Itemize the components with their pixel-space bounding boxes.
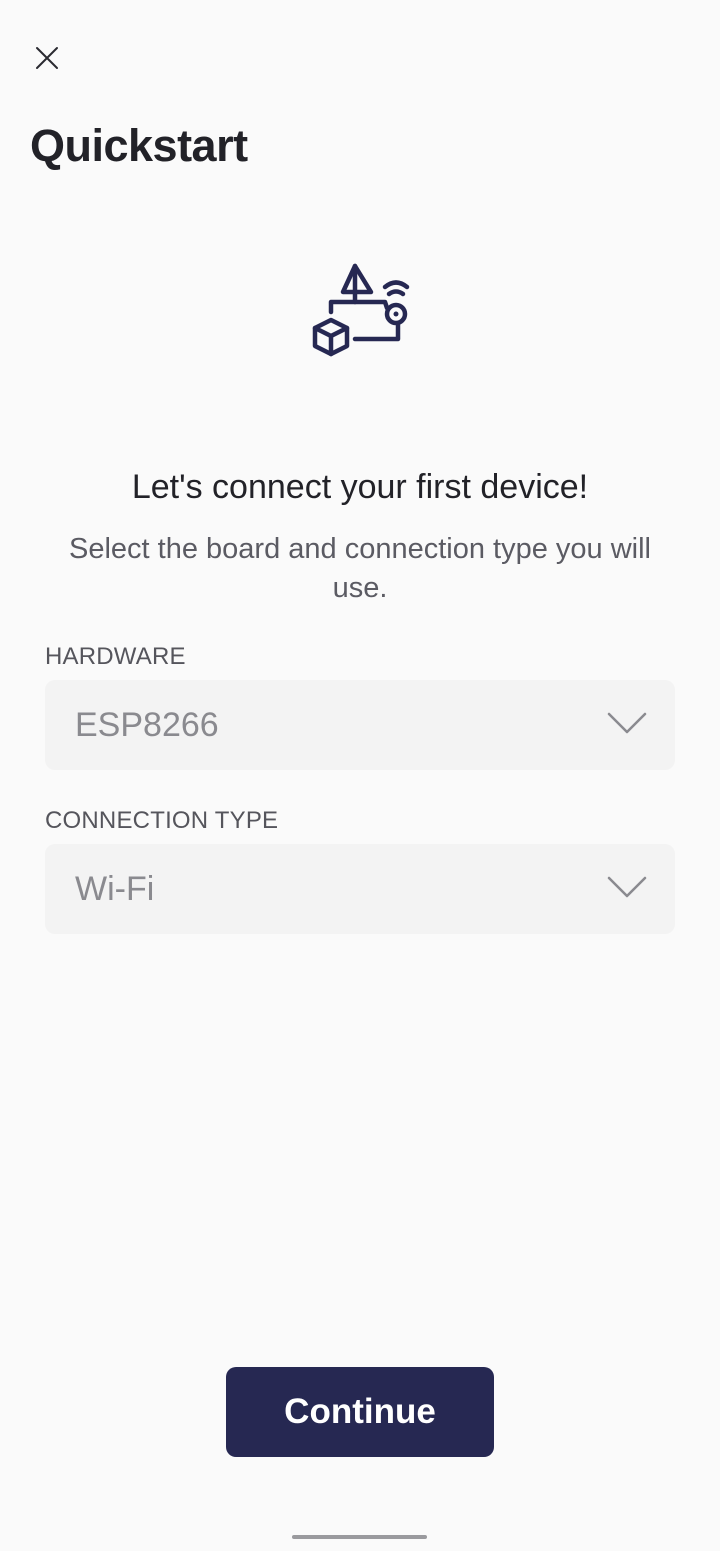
hardware-label: HARDWARE (45, 643, 186, 670)
quickstart-screen: Quickstart Let's connect your first devi… (0, 0, 720, 1551)
device-connection-icon (312, 263, 410, 357)
intro-headline: Let's connect your first device! (131, 468, 589, 506)
connection-type-label: CONNECTION TYPE (45, 807, 279, 834)
chevron-down-icon (607, 876, 647, 898)
connection-type-select[interactable]: Wi-Fi (45, 844, 675, 934)
hardware-select[interactable]: ESP8266 (45, 680, 675, 770)
close-button[interactable] (27, 38, 67, 78)
hardware-value: ESP8266 (75, 706, 219, 744)
connection-type-value: Wi-Fi (75, 870, 155, 908)
continue-button[interactable]: Continue (226, 1367, 494, 1457)
intro-subtitle: Select the board and connection type you… (69, 533, 651, 604)
page-title: Quickstart (30, 120, 248, 171)
close-icon (36, 47, 58, 69)
chevron-down-icon (607, 712, 647, 734)
home-indicator[interactable] (292, 1535, 427, 1539)
